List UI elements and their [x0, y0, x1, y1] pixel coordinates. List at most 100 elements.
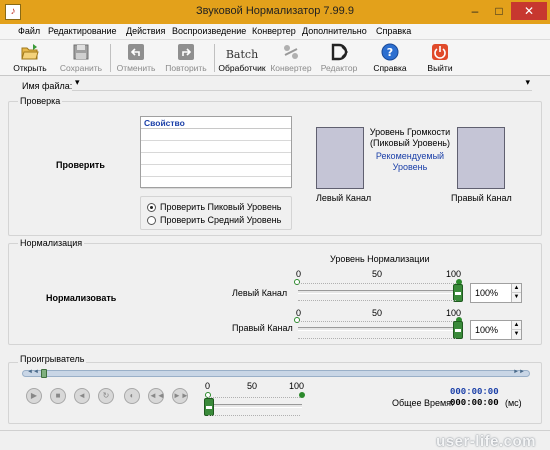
redo-button[interactable]: Повторить: [162, 42, 210, 74]
volume-ticks-bottom: [208, 415, 300, 417]
file-combo-arrow[interactable]: ▾: [75, 77, 80, 88]
norm-right-value: 100%: [475, 325, 499, 335]
undo-label: Отменить: [116, 63, 156, 73]
seek-start-icon: ◄◄: [27, 369, 39, 375]
scale-label-50: 50: [372, 308, 383, 318]
property-column-header: Свойство: [141, 117, 291, 129]
norm-right-ticks: [298, 321, 456, 323]
menu-converter[interactable]: Конвертер: [252, 26, 296, 36]
editor-button[interactable]: Редактор: [318, 42, 360, 74]
play-icon[interactable]: ▶: [26, 388, 42, 404]
open-button[interactable]: Открыть: [10, 42, 50, 74]
volume-icon[interactable]: ◐: [124, 388, 140, 404]
folder-open-icon: [21, 44, 39, 60]
table-row[interactable]: [141, 177, 291, 189]
spin-up-icon[interactable]: ▲: [511, 284, 521, 293]
app-icon[interactable]: ♪: [5, 4, 21, 20]
help-icon: ?: [381, 43, 399, 61]
stop-icon[interactable]: ■: [50, 388, 66, 404]
menu-help[interactable]: Справка: [376, 26, 411, 36]
seek-thumb[interactable]: [41, 369, 47, 378]
recommended-level: Рекомендуемый Уровень: [375, 151, 445, 172]
window-title: Звуковой Нормализатор 7.99.9: [196, 5, 354, 17]
menu-playback[interactable]: Воспроизведение: [172, 26, 246, 36]
menu-actions[interactable]: Действия: [126, 26, 165, 36]
norm-right-thumb[interactable]: [453, 321, 463, 339]
help-button[interactable]: ? Справка: [370, 42, 410, 74]
exit-label: Выйти: [427, 63, 453, 73]
table-row[interactable]: [141, 141, 291, 153]
normalization-title: Уровень Нормализации: [330, 254, 430, 264]
next-icon[interactable]: ►►: [172, 388, 189, 404]
seek-bar[interactable]: ◄◄ ►►: [22, 369, 530, 378]
spin-down-icon[interactable]: ▼: [511, 330, 521, 339]
save-button[interactable]: Сохранить: [56, 42, 106, 74]
radio-dot[interactable]: [147, 216, 156, 225]
floppy-icon: [73, 44, 89, 60]
norm-left-label: Левый Канал: [232, 288, 288, 298]
undo-button[interactable]: Отменить: [114, 42, 158, 74]
norm-left-value: 100%: [475, 288, 499, 298]
help-label: Справка: [373, 63, 407, 73]
table-row[interactable]: [141, 165, 291, 177]
volume-slider[interactable]: [208, 404, 302, 408]
norm-right-slider[interactable]: [298, 327, 458, 331]
norm-left-slider[interactable]: [298, 290, 458, 294]
table-row[interactable]: [141, 129, 291, 141]
norm-right-spinner[interactable]: 100% ▲ ▼: [470, 320, 522, 340]
left-channel-label: Левый Канал: [316, 193, 372, 203]
menu-file[interactable]: Файл: [18, 26, 40, 36]
player-group-title: Проигрыватель: [18, 354, 87, 364]
check-button[interactable]: Проверить: [56, 160, 105, 170]
norm-left-ticks-bottom: [298, 300, 456, 302]
property-table: Свойство: [140, 116, 292, 189]
radio-dot-checked[interactable]: [147, 203, 156, 212]
spin-down-icon[interactable]: ▼: [511, 293, 521, 302]
converter-icon: [284, 45, 298, 59]
open-label: Открыть: [13, 63, 47, 73]
loop-icon[interactable]: ↻: [98, 388, 114, 404]
total-time-label: Общее Время:: [392, 398, 454, 408]
converter-button[interactable]: Конвертер: [268, 42, 314, 74]
seek-end-icon: ►►: [513, 369, 525, 375]
file-row: Имя файла: ▾ ▾: [0, 76, 550, 94]
spin-up-icon[interactable]: ▲: [511, 321, 521, 330]
scale-label-100: 100: [446, 269, 462, 279]
converter-label: Конвертер: [270, 63, 312, 73]
undo-icon: [128, 44, 144, 60]
batch-label: Обработчик: [218, 63, 266, 73]
file-name-combo[interactable]: ▾ ▾: [72, 77, 532, 91]
right-channel-label: Правый Канал: [451, 193, 512, 203]
editor-label: Редактор: [320, 63, 358, 73]
table-row[interactable]: [141, 153, 291, 165]
volume-thumb[interactable]: [204, 398, 214, 416]
average-level-label: Проверить Средний Уровень: [160, 215, 282, 225]
file-combo-dropdown[interactable]: ▾: [525, 77, 530, 88]
batch-button[interactable]: Batch Обработчик: [216, 42, 268, 74]
menu-extra[interactable]: Дополнительно: [302, 26, 367, 36]
volume-scale-50: 50: [247, 381, 258, 391]
total-time: 000:00:00: [450, 398, 499, 408]
normalize-button[interactable]: Нормализовать: [46, 293, 116, 303]
close-button[interactable]: ✕: [511, 2, 547, 20]
norm-left-spinner[interactable]: 100% ▲ ▼: [470, 283, 522, 303]
minimize-button[interactable]: –: [463, 2, 487, 20]
volume-scale-100: 100: [289, 381, 305, 391]
scale-label-0: 0: [296, 269, 302, 279]
redo-label: Повторить: [165, 63, 207, 73]
maximize-button[interactable]: □: [487, 2, 511, 20]
peak-level-label: Проверить Пиковый Уровень: [160, 202, 282, 212]
toolbar-separator: [214, 44, 215, 72]
title-bar: ♪ Звуковой Нормализатор 7.99.9 – □ ✕: [0, 0, 550, 24]
redo-icon: [178, 44, 194, 60]
previous-icon[interactable]: ◄◄: [148, 388, 165, 404]
volume-ticks: [208, 397, 300, 399]
menu-edit[interactable]: Редактирование: [48, 26, 117, 36]
left-channel-meter: [316, 127, 364, 189]
status-bar: user-life.com: [0, 430, 550, 450]
svg-text:?: ?: [387, 46, 393, 59]
exit-button[interactable]: Выйти: [422, 42, 458, 74]
rewind-icon[interactable]: ◄: [74, 388, 90, 404]
toolbar: Открыть Сохранить Отменить Повторить Bat…: [0, 40, 550, 76]
current-time: 000:00:00: [450, 387, 499, 397]
